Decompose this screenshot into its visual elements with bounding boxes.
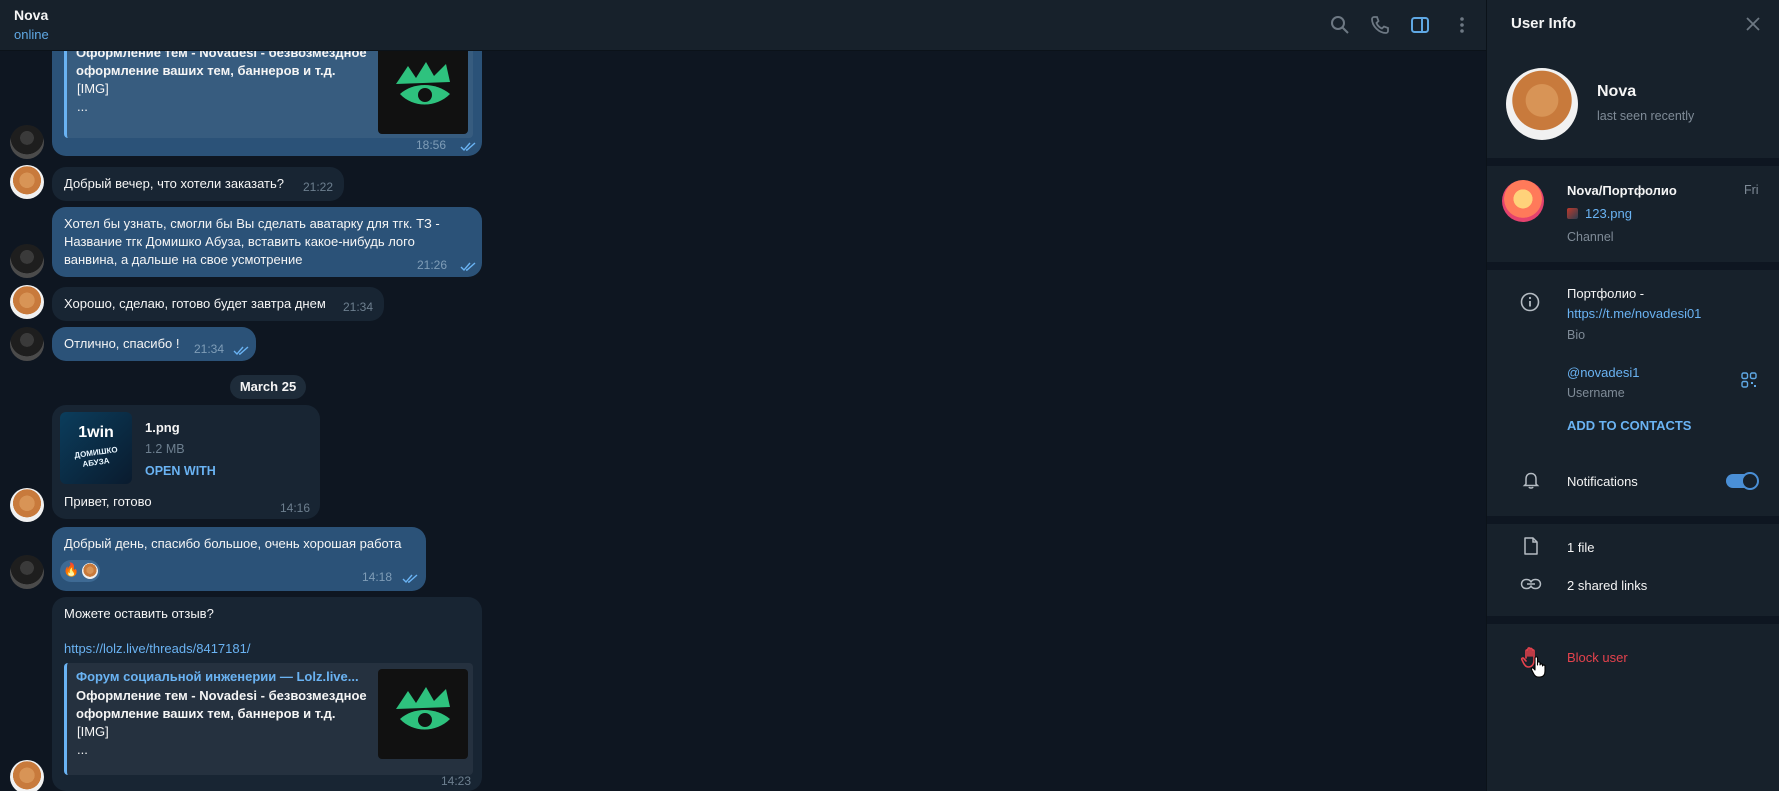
info-icon	[1520, 292, 1540, 312]
open-with-button[interactable]: OPEN WITH	[145, 464, 216, 478]
link-preview-title: Форум социальной инженерии — Lolz.live..…	[76, 669, 359, 684]
files-count: 1 file	[1567, 540, 1595, 555]
file-name[interactable]: 1.png	[145, 420, 180, 435]
message-bubble[interactable]: 1win ДОМИШКО АБУЗА 1.png 1.2 MB OPEN WIT…	[52, 405, 320, 519]
search-icon[interactable]	[1329, 14, 1351, 36]
phone-icon[interactable]	[1369, 14, 1391, 36]
section-divider	[1487, 616, 1779, 624]
user-info-panel: User Info Nova last seen recently Nova/П…	[1486, 0, 1779, 791]
link-preview[interactable]: Форум социальной инженерии — Lolz.live..…	[64, 663, 473, 775]
close-icon[interactable]	[1743, 14, 1763, 34]
file-thumbnail[interactable]: 1win ДОМИШКО АБУЗА	[60, 412, 132, 484]
read-check-icon	[460, 142, 476, 152]
message-bubble[interactable]: Хотел бы узнать, смогли бы Вы сделать ав…	[52, 207, 482, 277]
avatar-peer[interactable]	[10, 488, 44, 522]
message-link[interactable]: https://lolz.live/threads/8417181/	[64, 640, 250, 658]
avatar-me[interactable]	[10, 555, 44, 589]
username[interactable]: @novadesi1	[1567, 365, 1639, 380]
avatar-peer[interactable]	[10, 165, 44, 199]
chat-area: Nova online Оформление тем - Novadesi - …	[0, 0, 1486, 791]
profile-avatar[interactable]	[1506, 68, 1578, 140]
link-preview-img-tag: [IMG]	[77, 724, 109, 739]
message-time: 21:34	[343, 300, 374, 314]
channel-avatar	[1502, 180, 1544, 222]
block-user-label: Block user	[1567, 650, 1628, 665]
link-icon	[1520, 576, 1542, 592]
qr-code-icon[interactable]	[1741, 372, 1757, 388]
mouse-cursor-icon	[1530, 655, 1548, 679]
personal-channel-row[interactable]: Nova/Портфолио Fri 123.png Channel	[1487, 166, 1779, 258]
link-preview-more: ...	[77, 742, 88, 757]
avatar-me[interactable]	[10, 327, 44, 361]
last-seen: last seen recently	[1597, 109, 1695, 123]
message-bubble[interactable]: Хорошо, сделаю, готово будет завтра днем…	[52, 287, 384, 321]
chat-header: Nova online	[0, 0, 1486, 51]
novadesi-logo	[378, 669, 468, 759]
date-separator: March 25	[230, 375, 306, 399]
avatar-peer[interactable]	[10, 760, 44, 791]
link-preview-more: ...	[77, 99, 88, 114]
channel-label: Channel	[1567, 230, 1614, 244]
read-check-icon	[233, 346, 249, 356]
link-preview-text: Оформление тем - Novadesi - безвозмездно…	[76, 688, 367, 721]
channel-last-file: 123.png	[1585, 206, 1632, 221]
message-text: Хорошо, сделаю, готово будет завтра днем	[64, 296, 326, 311]
message-time: 21:26	[417, 258, 448, 272]
section-divider	[1487, 516, 1779, 524]
files-row[interactable]: 1 file	[1487, 528, 1779, 566]
message-bubble[interactable]: Отлично, спасибо ! 21:34	[52, 327, 256, 361]
notifications-label: Notifications	[1567, 474, 1638, 489]
message-time: 21:34	[194, 342, 225, 356]
reactor-avatar	[82, 563, 98, 579]
file-size: 1.2 MB	[145, 442, 185, 456]
message-text: Добрый день, спасибо большое, очень хоро…	[64, 536, 402, 551]
section-divider	[1487, 158, 1779, 166]
message-text: Добрый вечер, что хотели заказать?	[64, 176, 284, 191]
peer-name[interactable]: Nova	[14, 7, 48, 23]
message-text: Отлично, спасибо !	[64, 336, 180, 351]
links-count: 2 shared links	[1567, 578, 1648, 593]
username-label: Username	[1567, 386, 1625, 400]
bell-icon	[1521, 470, 1541, 490]
channel-date: Fri	[1744, 183, 1759, 197]
novadesi-logo	[378, 44, 468, 134]
image-thumb-icon	[1567, 208, 1578, 219]
message-text: Привет, готово	[64, 494, 152, 509]
more-vertical-icon[interactable]	[1451, 14, 1473, 36]
avatar-me[interactable]	[10, 244, 44, 278]
message-time: 18:56	[416, 138, 447, 152]
bio-label: Bio	[1567, 328, 1586, 342]
thumbnail-text: 1win	[78, 424, 114, 441]
message-bubble[interactable]: Добрый день, спасибо большое, очень хоро…	[52, 527, 426, 591]
avatar-me[interactable]	[10, 125, 44, 159]
message-text: Можете оставить отзыв?	[64, 606, 214, 621]
links-row[interactable]: 2 shared links	[1487, 566, 1779, 604]
peer-status: online	[14, 27, 49, 42]
toggle-knob	[1741, 472, 1759, 490]
link-preview-img-tag: [IMG]	[77, 81, 109, 96]
avatar-peer[interactable]	[10, 285, 44, 319]
profile-name: Nova	[1597, 83, 1637, 100]
reaction-chip[interactable]: 🔥	[60, 560, 100, 582]
panel-title: User Info	[1511, 15, 1577, 32]
message-time: 21:22	[303, 180, 334, 194]
add-to-contacts-button[interactable]: ADD TO CONTACTS	[1567, 418, 1691, 433]
message-time: 14:18	[362, 570, 393, 584]
message-time: 14:23	[441, 774, 472, 788]
channel-name: Nova/Портфолио	[1567, 183, 1677, 198]
read-check-icon	[402, 574, 418, 584]
bio-link[interactable]: https://t.me/novadesi01	[1567, 306, 1701, 321]
message-bubble[interactable]: Можете оставить отзыв? https://lolz.live…	[52, 597, 482, 791]
read-check-icon	[460, 262, 476, 272]
message-bubble[interactable]: Добрый вечер, что хотели заказать? 21:22	[52, 167, 344, 201]
bio-text: Портфолио -	[1567, 286, 1645, 301]
message-text: Хотел бы узнать, смогли бы Вы сделать ав…	[64, 216, 440, 267]
section-divider	[1487, 262, 1779, 270]
notifications-toggle[interactable]	[1726, 472, 1759, 490]
link-preview[interactable]: Оформление тем - Novadesi - безвозмездно…	[64, 38, 473, 138]
file-icon	[1522, 536, 1540, 556]
sidebar-toggle-icon[interactable]	[1409, 14, 1431, 36]
message-time: 14:16	[280, 501, 311, 515]
fire-reaction-icon: 🔥	[63, 562, 80, 577]
